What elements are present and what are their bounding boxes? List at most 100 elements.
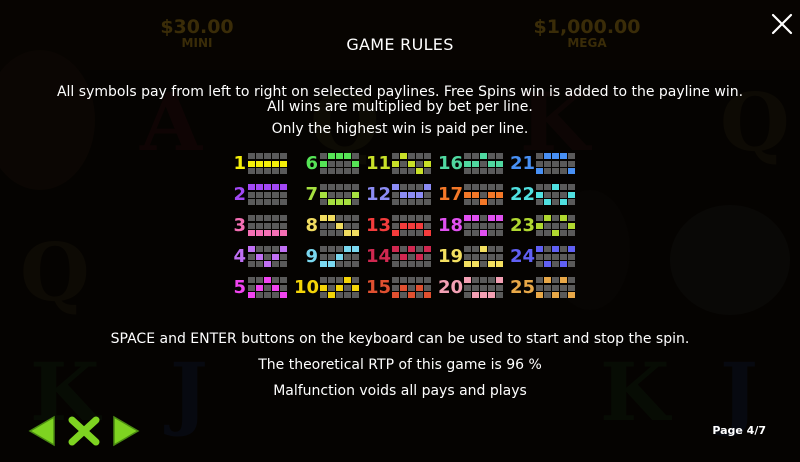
- payline-cell: [488, 222, 495, 229]
- payline-number: 16: [438, 153, 464, 174]
- payline-cell: [264, 277, 271, 283]
- payline-cell: [464, 261, 471, 267]
- payline-cell: [336, 284, 343, 291]
- payline-2: 2: [222, 182, 294, 210]
- payline-cell: [544, 292, 551, 298]
- payline-cell: [424, 261, 431, 267]
- payline-cell: [408, 246, 415, 252]
- payline-cell: [560, 292, 567, 298]
- payline-cell: [560, 230, 567, 236]
- payline-cell: [408, 222, 415, 229]
- payline-cell: [400, 199, 407, 205]
- payline-cell: [560, 191, 567, 198]
- next-page-arrow-icon[interactable]: [112, 415, 140, 447]
- payline-cell: [568, 199, 575, 205]
- payline-16: 16: [438, 151, 510, 179]
- payline-cell: [248, 199, 255, 205]
- payline-pattern: [320, 184, 360, 206]
- payline-cell: [392, 153, 399, 159]
- payline-cell: [320, 199, 327, 205]
- payline-cell: [344, 253, 351, 260]
- payline-cell: [400, 222, 407, 229]
- payline-cell: [424, 277, 431, 283]
- payline-cell: [408, 261, 415, 267]
- payline-cell: [352, 253, 359, 260]
- payline-cell: [264, 153, 271, 159]
- payline-cell: [408, 253, 415, 260]
- payline-cell: [496, 222, 503, 229]
- payline-cell: [400, 253, 407, 260]
- payline-cell: [352, 222, 359, 229]
- payline-cell: [320, 153, 327, 159]
- payline-cell: [568, 160, 575, 167]
- payline-cell: [472, 153, 479, 159]
- payline-cell: [488, 230, 495, 236]
- payline-cell: [320, 215, 327, 221]
- payline-cell: [416, 160, 423, 167]
- payline-cell: [256, 153, 263, 159]
- payline-cell: [248, 246, 255, 252]
- payline-cell: [272, 191, 279, 198]
- payline-cell: [280, 168, 287, 174]
- payline-cell: [320, 292, 327, 298]
- payline-cell: [416, 277, 423, 283]
- payline-cell: [488, 292, 495, 298]
- payline-cell: [416, 184, 423, 190]
- payline-cell: [256, 199, 263, 205]
- payline-18: 18: [438, 213, 510, 241]
- payline-cell: [256, 184, 263, 190]
- payline-cell: [488, 253, 495, 260]
- payline-cell: [552, 199, 559, 205]
- payline-cell: [264, 246, 271, 252]
- payline-cell: [544, 230, 551, 236]
- payline-cell: [424, 222, 431, 229]
- close-rules-x-icon[interactable]: [66, 414, 102, 448]
- payline-cell: [552, 215, 559, 221]
- payline-cell: [488, 215, 495, 221]
- payline-cell: [392, 222, 399, 229]
- payline-cell: [264, 168, 271, 174]
- payline-cell: [544, 246, 551, 252]
- payline-cell: [336, 168, 343, 174]
- payline-cell: [280, 184, 287, 190]
- payline-cell: [400, 261, 407, 267]
- payline-cell: [464, 230, 471, 236]
- payline-cell: [392, 230, 399, 236]
- payline-cell: [464, 222, 471, 229]
- payline-cell: [408, 215, 415, 221]
- payline-cell: [272, 184, 279, 190]
- close-icon[interactable]: [768, 10, 796, 38]
- payline-cell: [536, 199, 543, 205]
- payline-cell: [568, 215, 575, 221]
- payline-cell: [272, 292, 279, 298]
- payline-cell: [552, 230, 559, 236]
- payline-cell: [280, 215, 287, 221]
- payline-cell: [464, 215, 471, 221]
- payline-cell: [416, 292, 423, 298]
- payline-cell: [272, 222, 279, 229]
- payline-cell: [544, 184, 551, 190]
- payline-cell: [464, 191, 471, 198]
- payline-cell: [488, 160, 495, 167]
- payline-11: 11: [366, 151, 438, 179]
- payline-cell: [400, 191, 407, 198]
- payline-cell: [264, 222, 271, 229]
- payline-cell: [392, 261, 399, 267]
- payline-cell: [424, 168, 431, 174]
- payline-cell: [352, 277, 359, 283]
- payline-cell: [552, 184, 559, 190]
- payline-cell: [568, 191, 575, 198]
- previous-page-arrow-icon[interactable]: [28, 415, 56, 447]
- payline-cell: [280, 261, 287, 267]
- payline-cell: [248, 277, 255, 283]
- payline-3: 3: [222, 213, 294, 241]
- payline-cell: [488, 191, 495, 198]
- payline-cell: [328, 168, 335, 174]
- payline-cell: [328, 292, 335, 298]
- payline-cell: [264, 284, 271, 291]
- payline-cell: [392, 168, 399, 174]
- payline-cell: [424, 292, 431, 298]
- payline-cell: [480, 160, 487, 167]
- payline-cell: [536, 160, 543, 167]
- payline-cell: [352, 246, 359, 252]
